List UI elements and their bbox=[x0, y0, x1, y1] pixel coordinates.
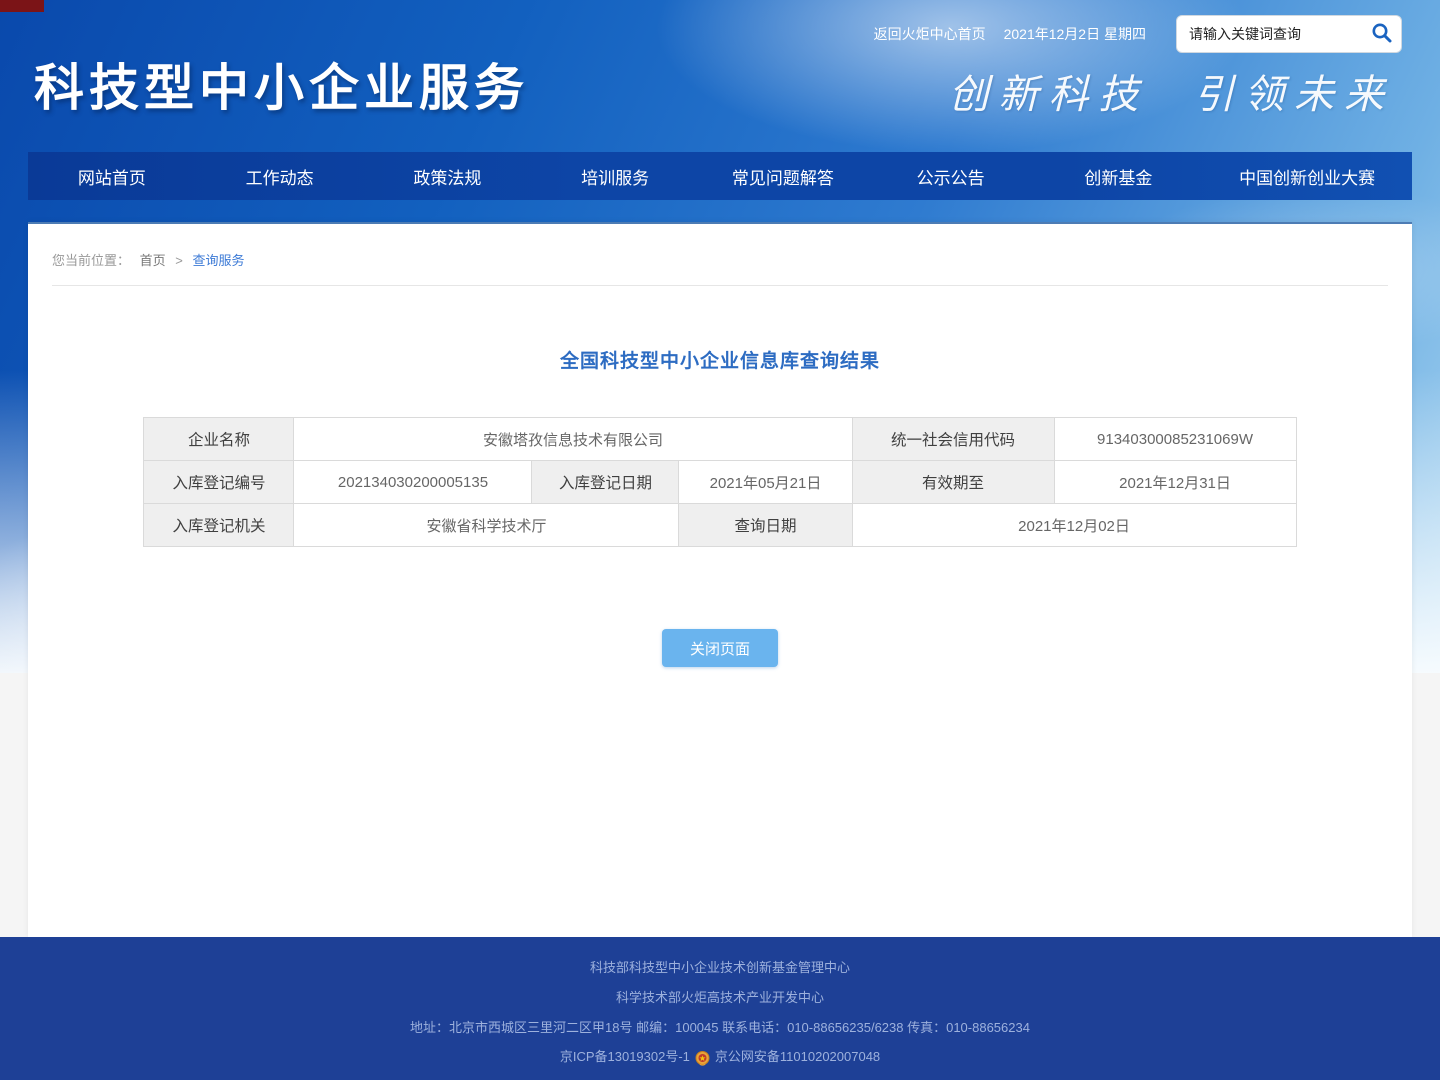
slogan-text: 创新科技 引领未来 bbox=[949, 62, 1394, 120]
reg-date-label: 入库登记日期 bbox=[532, 461, 679, 504]
company-name-value: 安徽塔孜信息技术有限公司 bbox=[294, 418, 852, 461]
breadcrumb-current-link[interactable]: 查询服务 bbox=[193, 253, 245, 268]
footer-icp-line: 京ICP备13019302号-1 京公网安备11010202007048 bbox=[0, 1043, 1440, 1071]
site-header: 科技型中小企业服务 返回火炬中心首页 2021年12月2日 星期四 创新科技 引… bbox=[0, 0, 1440, 152]
search-box bbox=[1176, 15, 1402, 53]
site-logo: 科技型中小企业服务 bbox=[34, 48, 529, 120]
search-icon bbox=[1370, 21, 1394, 48]
table-row: 企业名称 安徽塔孜信息技术有限公司 统一社会信用代码 9134030008523… bbox=[144, 418, 1296, 461]
public-security-badge-icon bbox=[694, 1049, 711, 1066]
site-footer: 科技部科技型中小企业技术创新基金管理中心 科学技术部火炬高技术产业开发中心 地址… bbox=[0, 937, 1440, 1080]
reg-no-value: 202134030200005135 bbox=[294, 461, 532, 504]
page-title: 全国科技型中小企业信息库查询结果 bbox=[28, 346, 1412, 373]
table-row: 入库登记编号 202134030200005135 入库登记日期 2021年05… bbox=[144, 461, 1296, 504]
icp-link[interactable]: 京ICP备13019302号-1 bbox=[560, 1043, 690, 1071]
company-name-label: 企业名称 bbox=[144, 418, 294, 461]
footer-address-line: 地址：北京市西城区三里河二区甲18号 邮编：100045 联系电话：010-88… bbox=[0, 1013, 1440, 1043]
nav-item-announcements[interactable]: 公示公告 bbox=[867, 152, 1035, 200]
nav-item-home[interactable]: 网站首页 bbox=[28, 152, 196, 200]
breadcrumb-home-link[interactable]: 首页 bbox=[140, 253, 166, 268]
credit-code-value: 91340300085231069W bbox=[1054, 418, 1296, 461]
breadcrumb-prefix: 您当前位置： bbox=[52, 253, 130, 268]
close-page-button[interactable]: 关闭页面 bbox=[662, 629, 778, 667]
nav-item-competition[interactable]: 中国创新创业大赛 bbox=[1202, 152, 1412, 200]
torch-center-home-link[interactable]: 返回火炬中心首页 bbox=[874, 24, 986, 44]
nav-item-faq[interactable]: 常见问题解答 bbox=[699, 152, 867, 200]
valid-until-label: 有效期至 bbox=[852, 461, 1054, 504]
reg-authority-label: 入库登记机关 bbox=[144, 504, 294, 547]
footer-org-line-1: 科技部科技型中小企业技术创新基金管理中心 bbox=[0, 953, 1440, 983]
result-table: 企业名称 安徽塔孜信息技术有限公司 统一社会信用代码 9134030008523… bbox=[143, 417, 1296, 547]
search-input[interactable] bbox=[1189, 26, 1370, 42]
search-button[interactable] bbox=[1370, 21, 1394, 47]
table-row: 入库登记机关 安徽省科学技术厅 查询日期 2021年12月02日 bbox=[144, 504, 1296, 547]
public-security-link[interactable]: 京公网安备11010202007048 bbox=[715, 1043, 880, 1071]
query-date-value: 2021年12月02日 bbox=[852, 504, 1296, 547]
reg-authority-value: 安徽省科学技术厅 bbox=[294, 504, 679, 547]
valid-until-value: 2021年12月31日 bbox=[1054, 461, 1296, 504]
current-date: 2021年12月2日 星期四 bbox=[1004, 24, 1146, 44]
nav-item-work-news[interactable]: 工作动态 bbox=[196, 152, 364, 200]
main-nav: 网站首页 工作动态 政策法规 培训服务 常见问题解答 公示公告 创新基金 中国创… bbox=[28, 152, 1412, 200]
nav-item-training[interactable]: 培训服务 bbox=[531, 152, 699, 200]
credit-code-label: 统一社会信用代码 bbox=[852, 418, 1054, 461]
nav-item-policies[interactable]: 政策法规 bbox=[364, 152, 532, 200]
content-container: 您当前位置： 首页 > 查询服务 全国科技型中小企业信息库查询结果 企业名称 安… bbox=[28, 222, 1412, 937]
nav-item-innovation-fund[interactable]: 创新基金 bbox=[1035, 152, 1203, 200]
footer-org-line-2: 科学技术部火炬高技术产业开发中心 bbox=[0, 983, 1440, 1013]
reg-no-label: 入库登记编号 bbox=[144, 461, 294, 504]
query-date-label: 查询日期 bbox=[679, 504, 852, 547]
breadcrumb: 您当前位置： 首页 > 查询服务 bbox=[52, 224, 1388, 286]
breadcrumb-separator: > bbox=[175, 253, 183, 268]
reg-date-value: 2021年05月21日 bbox=[679, 461, 852, 504]
header-top-bar: 返回火炬中心首页 2021年12月2日 星期四 bbox=[874, 14, 1402, 54]
